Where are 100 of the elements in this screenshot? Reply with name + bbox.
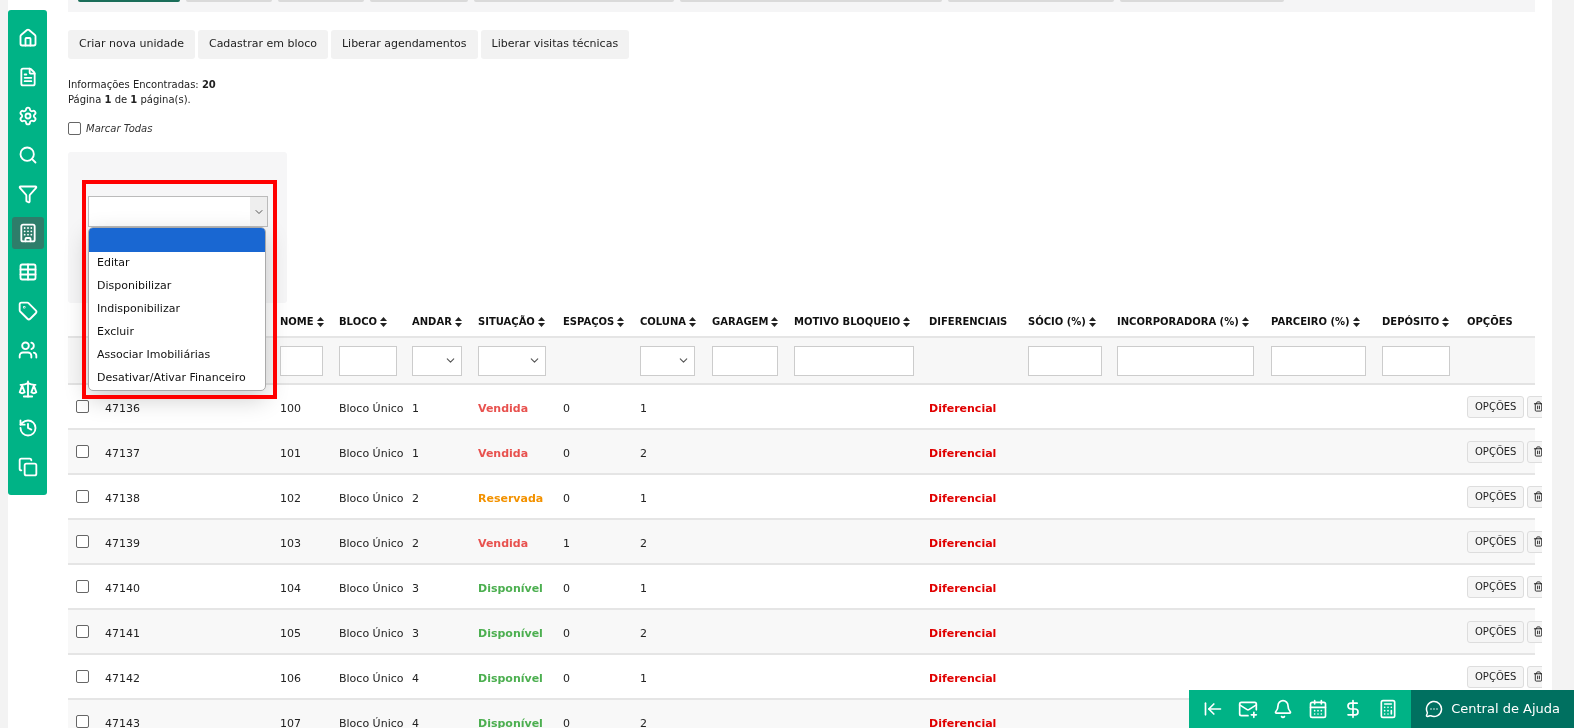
mark-all-checkbox[interactable] bbox=[68, 122, 81, 135]
column-header[interactable]: INCORPORADORA (%) bbox=[1117, 315, 1249, 327]
delete-button[interactable] bbox=[1527, 395, 1542, 418]
table-cell: 106 bbox=[280, 671, 301, 685]
table-cell: 3 bbox=[412, 626, 419, 640]
filter-field[interactable] bbox=[280, 345, 323, 376]
column-header[interactable]: NOME bbox=[280, 315, 324, 327]
status-label: Vendida bbox=[478, 536, 529, 550]
table-cell: Bloco Único bbox=[339, 581, 404, 595]
filter-icon bbox=[17, 184, 38, 204]
help-center-button[interactable]: Central de Ajuda bbox=[1411, 690, 1574, 728]
sort-icon bbox=[1352, 316, 1360, 327]
trash-icon bbox=[1532, 446, 1542, 457]
page-info: Página 1 de 1 página(s). bbox=[68, 93, 192, 107]
options-button[interactable]: OPÇÕES bbox=[1467, 395, 1525, 418]
table-cell: Bloco Único bbox=[339, 671, 404, 685]
delete-button[interactable] bbox=[1527, 575, 1542, 598]
column-header[interactable]: MOTIVO BLOQUEIO bbox=[794, 315, 911, 327]
row-checkbox[interactable] bbox=[76, 535, 89, 548]
dropdown-option[interactable]: Indisponibilizar bbox=[89, 298, 265, 321]
toolbar-button[interactable]: Liberar agendamentos bbox=[330, 30, 478, 59]
row-checkbox[interactable] bbox=[76, 625, 89, 638]
sort-icon bbox=[1241, 316, 1249, 327]
row-checkbox[interactable] bbox=[76, 445, 89, 458]
dropdown-option[interactable]: Editar bbox=[89, 252, 265, 275]
dropdown-option[interactable]: Desativar/Ativar Financeiro bbox=[89, 367, 265, 390]
table-cell: 103 bbox=[280, 536, 301, 550]
table-cell: 101 bbox=[280, 446, 301, 460]
options-button[interactable]: OPÇÕES bbox=[1467, 440, 1525, 463]
delete-button[interactable] bbox=[1527, 485, 1542, 508]
collapse-icon bbox=[1202, 699, 1223, 719]
filter-select[interactable] bbox=[478, 345, 546, 376]
table-cell: Bloco Único bbox=[339, 401, 404, 415]
action-select[interactable] bbox=[88, 196, 268, 227]
table-cell: 1 bbox=[563, 536, 570, 550]
options-button[interactable]: OPÇÕES bbox=[1467, 485, 1525, 508]
table-cell: Bloco Único bbox=[339, 536, 404, 550]
column-header[interactable]: SITUAÇÃO bbox=[478, 315, 545, 327]
filter-select[interactable] bbox=[412, 345, 462, 376]
table-cell: Bloco Único bbox=[339, 626, 404, 640]
table-cell: 1 bbox=[640, 491, 647, 505]
filter-field[interactable] bbox=[1028, 345, 1102, 376]
trash-icon bbox=[1532, 626, 1542, 637]
table-cell: 47136 bbox=[105, 401, 140, 415]
row-checkbox[interactable] bbox=[76, 580, 89, 593]
row-checkbox[interactable] bbox=[76, 670, 89, 683]
options-button[interactable]: OPÇÕES bbox=[1467, 530, 1525, 553]
row-checkbox[interactable] bbox=[76, 490, 89, 503]
trash-icon bbox=[1532, 491, 1542, 502]
column-header[interactable]: COLUNA bbox=[640, 315, 697, 327]
table-cell: 1 bbox=[640, 671, 647, 685]
table-cell: 47141 bbox=[105, 626, 140, 640]
column-header[interactable]: ANDAR bbox=[412, 315, 462, 327]
options-button[interactable]: OPÇÕES bbox=[1467, 575, 1525, 598]
table-cell: 107 bbox=[280, 716, 301, 728]
sort-icon bbox=[1442, 316, 1450, 327]
delete-button[interactable] bbox=[1527, 530, 1542, 553]
dropdown-option[interactable]: Associar Imobiliárias bbox=[89, 344, 265, 367]
table-cell: 2 bbox=[412, 536, 419, 550]
status-label: Reservada bbox=[478, 491, 544, 505]
column-header: OPÇÕES bbox=[1467, 315, 1513, 327]
toolbar-button[interactable]: Cadastrar em bloco bbox=[197, 30, 328, 59]
filter-field[interactable] bbox=[1117, 345, 1254, 376]
delete-button[interactable] bbox=[1527, 620, 1542, 643]
sidebar-item[interactable] bbox=[11, 217, 44, 249]
toolbar-button[interactable]: Liberar visitas técnicas bbox=[480, 30, 630, 59]
filter-field[interactable] bbox=[1382, 345, 1450, 376]
dropdown-option[interactable]: Excluir bbox=[89, 321, 265, 344]
column-header[interactable]: ESPAÇOS bbox=[563, 315, 625, 327]
column-header[interactable]: DEPÓSITO bbox=[1382, 315, 1450, 327]
options-button[interactable]: OPÇÕES bbox=[1467, 620, 1525, 643]
table-cell: 1 bbox=[640, 401, 647, 415]
delete-button[interactable] bbox=[1527, 440, 1542, 463]
filter-field[interactable] bbox=[712, 345, 778, 376]
table-cell: Bloco Único bbox=[339, 491, 404, 505]
filter-select[interactable] bbox=[640, 345, 695, 376]
row-checkbox[interactable] bbox=[76, 400, 89, 413]
chat-icon bbox=[1425, 700, 1444, 718]
toolbar-button[interactable]: Criar nova unidade bbox=[68, 30, 195, 59]
column-header[interactable]: BLOCO bbox=[339, 315, 387, 327]
trash-icon bbox=[1532, 536, 1542, 547]
column-header[interactable]: SÓCIO (%) bbox=[1028, 315, 1096, 327]
table-cell: 100 bbox=[280, 401, 301, 415]
table-cell: 0 bbox=[563, 491, 570, 505]
filter-field[interactable] bbox=[1271, 345, 1366, 376]
scale-icon bbox=[17, 379, 38, 399]
dropdown-option[interactable]: Disponibilizar bbox=[89, 275, 265, 298]
column-header[interactable]: PARCEIRO (%) bbox=[1271, 315, 1360, 327]
sort-icon bbox=[316, 316, 324, 327]
copy-icon bbox=[17, 457, 38, 477]
table-cell: 104 bbox=[280, 581, 301, 595]
delete-button[interactable] bbox=[1527, 665, 1542, 688]
feature-label: Diferencial bbox=[929, 401, 997, 415]
options-button[interactable]: OPÇÕES bbox=[1467, 665, 1525, 688]
column-header[interactable]: GARAGEM bbox=[712, 315, 779, 327]
row-checkbox[interactable] bbox=[76, 715, 89, 728]
table-cell: 47140 bbox=[105, 581, 140, 595]
filter-field[interactable] bbox=[794, 345, 914, 376]
filter-field[interactable] bbox=[339, 345, 397, 376]
home-icon bbox=[17, 28, 38, 48]
